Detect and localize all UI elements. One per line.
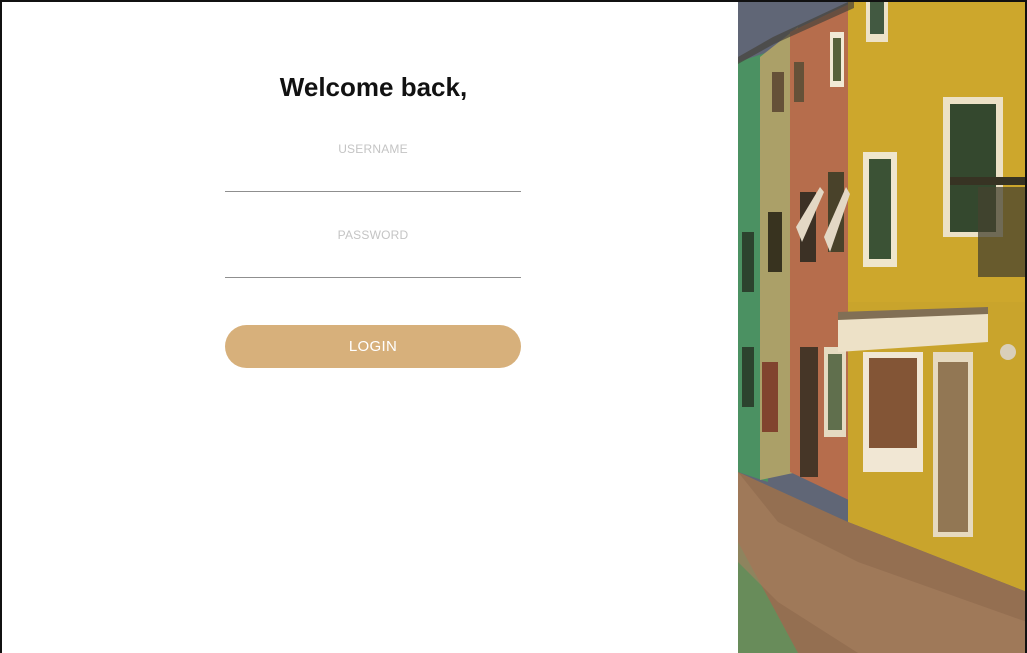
login-button[interactable]: LOGIN xyxy=(225,325,521,368)
username-field-group: USERNAME xyxy=(225,142,521,192)
login-form-panel: Welcome back, USERNAME PASSWORD LOGIN xyxy=(2,2,738,653)
password-input[interactable] xyxy=(225,256,521,278)
username-input[interactable] xyxy=(225,170,521,192)
login-page: Welcome back, USERNAME PASSWORD LOGIN xyxy=(0,0,1027,653)
password-label: PASSWORD xyxy=(337,228,409,242)
street-houses-photo xyxy=(738,2,1025,653)
page-title: Welcome back, xyxy=(279,72,468,102)
password-field-group: PASSWORD xyxy=(225,228,521,278)
username-label: USERNAME xyxy=(338,142,408,156)
